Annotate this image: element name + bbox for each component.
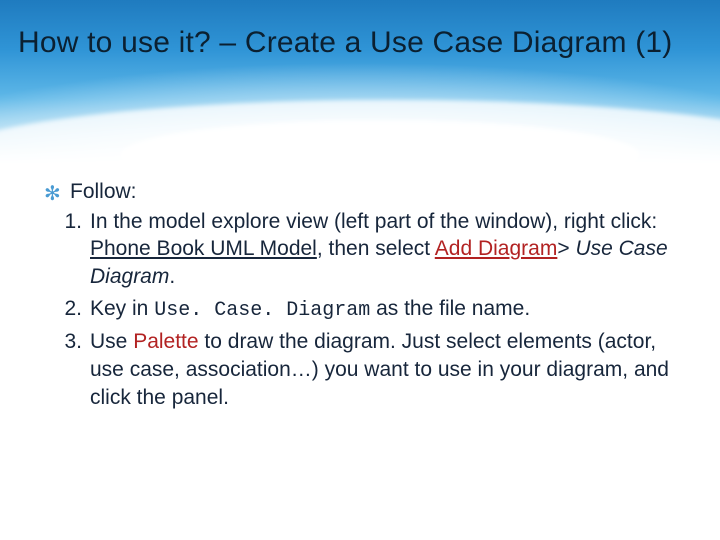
- steps-list: In the model explore view (left part of …: [42, 208, 678, 412]
- step-1-add-diagram: Add Diagram: [435, 237, 558, 260]
- slide-body: ✻ Follow: In the model explore view (lef…: [42, 178, 678, 415]
- step-1: In the model explore view (left part of …: [72, 208, 678, 291]
- step-2-filename: Use. Case. Diagram: [154, 299, 370, 322]
- step-1-model-name: Phone Book UML Model: [90, 237, 317, 260]
- lead-text: Follow:: [70, 180, 137, 203]
- slide-title: How to use it? – Create a Use Case Diagr…: [18, 26, 672, 59]
- step-2-pre: Key in: [90, 297, 154, 320]
- step-2: Key in Use. Case. Diagram as the file na…: [72, 295, 678, 324]
- step-2-post: as the file name.: [370, 297, 530, 320]
- step-3-palette: Palette: [133, 330, 198, 353]
- step-1-post: .: [169, 265, 175, 288]
- lead-line: ✻ Follow:: [42, 178, 678, 206]
- step-3-pre: Use: [90, 330, 133, 353]
- step-3: Use Palette to draw the diagram. Just se…: [72, 328, 678, 411]
- step-1-pre: In the model explore view (left part of …: [90, 210, 657, 233]
- step-1-mid1: , then select: [317, 237, 435, 260]
- bullet-star-icon: ✻: [44, 181, 61, 207]
- step-1-gt: >: [557, 237, 575, 260]
- slide: How to use it? – Create a Use Case Diagr…: [0, 0, 720, 540]
